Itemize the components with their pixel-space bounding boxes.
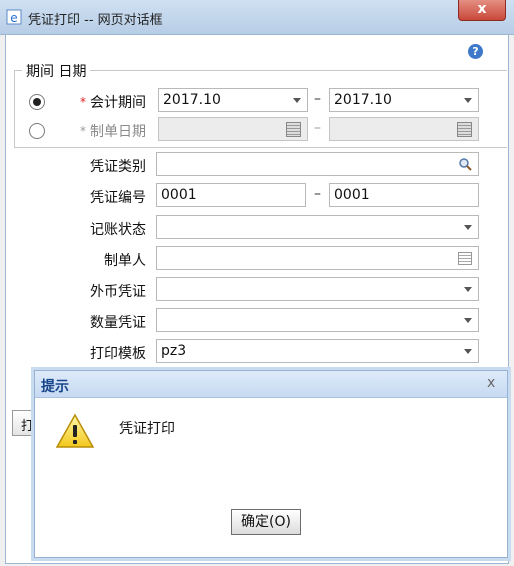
ie-icon: e xyxy=(6,9,22,25)
radio-voucher-date[interactable] xyxy=(29,123,45,139)
ok-button[interactable]: 确定(O) xyxy=(231,509,301,535)
preparer-label: 制单人 xyxy=(104,253,146,269)
voucher-number-to-input[interactable]: 0001 xyxy=(329,183,479,207)
range-separator: – xyxy=(314,120,321,136)
calendar-icon[interactable] xyxy=(286,122,301,137)
alert-message: 凭证打印 xyxy=(119,421,175,437)
fieldset-legend: 期间 日期 xyxy=(22,61,91,81)
account-period-to-select[interactable]: 2017.10 xyxy=(329,88,479,112)
list-picker-icon[interactable] xyxy=(458,252,472,265)
alert-title: 提示 xyxy=(41,379,69,395)
chevron-down-icon xyxy=(464,287,472,292)
svg-text:e: e xyxy=(10,11,17,25)
voucher-date-label: 制单日期 xyxy=(90,124,146,140)
voucher-category-label: 凭证类别 xyxy=(90,159,146,175)
posting-status-select[interactable] xyxy=(156,215,479,239)
chevron-down-icon xyxy=(464,318,472,323)
posting-status-label: 记账状态 xyxy=(90,222,146,238)
window-close-button[interactable]: x xyxy=(458,0,506,21)
warning-icon xyxy=(55,413,95,448)
print-button[interactable]: 打 xyxy=(12,410,36,436)
calendar-icon[interactable] xyxy=(457,122,472,137)
chevron-down-icon xyxy=(464,349,472,354)
help-icon[interactable]: ? xyxy=(468,44,483,59)
required-mark: * xyxy=(80,124,86,138)
range-separator: – xyxy=(314,91,321,107)
quantity-voucher-select[interactable] xyxy=(156,308,479,332)
account-period-from-select[interactable]: 2017.10 xyxy=(158,88,308,112)
chevron-down-icon xyxy=(464,225,472,230)
alert-header: 提示 x xyxy=(35,371,507,398)
required-mark: * xyxy=(80,95,86,109)
range-separator: – xyxy=(314,186,321,202)
window-title: 凭证打印 -- 网页对话框 xyxy=(28,13,163,28)
account-period-label: 会计期间 xyxy=(90,95,146,111)
print-template-label: 打印模板 xyxy=(90,346,146,362)
foreign-currency-voucher-label: 外币凭证 xyxy=(90,284,146,300)
voucher-category-field[interactable] xyxy=(156,152,479,176)
preparer-field[interactable] xyxy=(156,246,479,270)
alert-close-button[interactable]: x xyxy=(487,375,495,391)
search-icon[interactable] xyxy=(458,157,472,171)
alert-dialog: 提示 x 凭证打印 确定(O) xyxy=(34,370,508,558)
foreign-currency-voucher-select[interactable] xyxy=(156,277,479,301)
window-titlebar: e 凭证打印 -- 网页对话框 x xyxy=(0,0,514,35)
voucher-date-from-field[interactable] xyxy=(158,117,308,141)
chevron-down-icon xyxy=(464,98,472,103)
voucher-date-to-field[interactable] xyxy=(329,117,479,141)
voucher-number-from-input[interactable]: 0001 xyxy=(156,183,306,207)
voucher-number-label: 凭证编号 xyxy=(90,190,146,206)
print-template-select[interactable]: pz3 xyxy=(156,339,479,363)
quantity-voucher-label: 数量凭证 xyxy=(90,315,146,331)
chevron-down-icon xyxy=(293,98,301,103)
radio-account-period[interactable] xyxy=(29,94,45,110)
